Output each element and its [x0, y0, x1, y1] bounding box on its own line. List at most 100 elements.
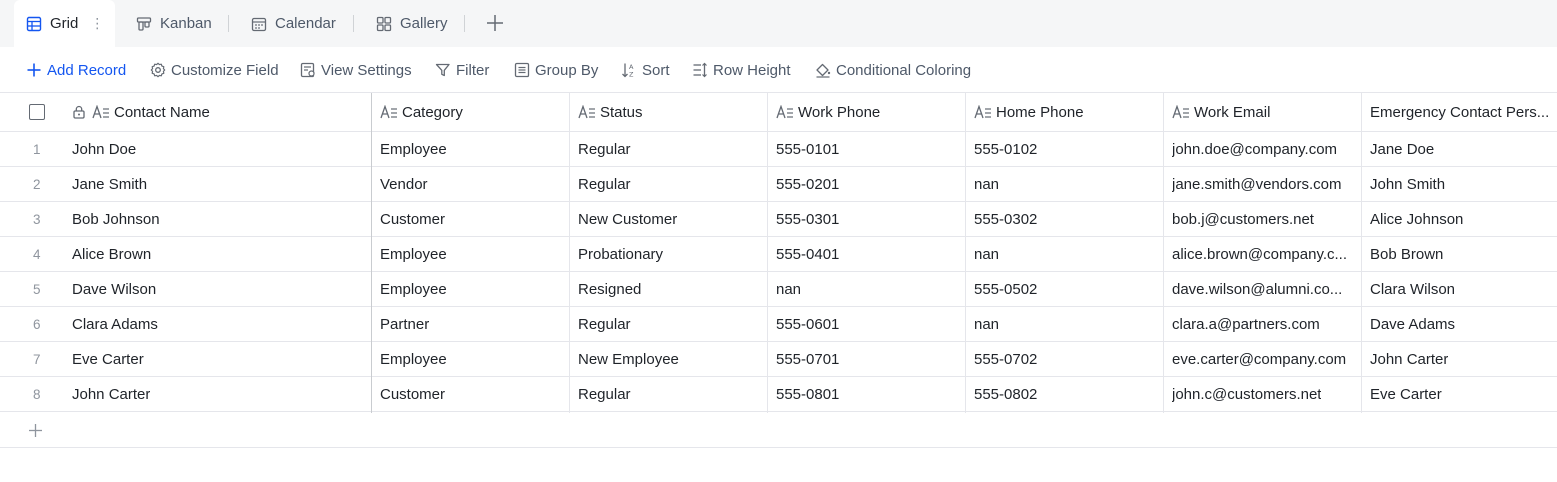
cell-contact-name[interactable]: Bob Johnson [64, 202, 371, 236]
cell-category[interactable]: Partner [372, 307, 569, 341]
cell-home-phone[interactable]: 555-0102 [966, 132, 1163, 166]
row-height-icon [693, 62, 707, 78]
cell-emergency-contact[interactable]: Eve Carter [1362, 377, 1557, 411]
cell-status[interactable]: Regular [570, 167, 767, 201]
cell-contact-name[interactable]: Clara Adams [64, 307, 371, 341]
tab-gallery[interactable]: Gallery [376, 0, 448, 47]
cell-text: Employee [380, 280, 447, 298]
table-row[interactable]: 1 John Doe Employee Regular 555-0101 555-0102… [0, 132, 1557, 167]
tab-kanban[interactable]: Kanban [136, 0, 212, 47]
cell-home-phone[interactable]: nan [966, 167, 1163, 201]
cell-work-email[interactable]: john.c@customers.net [1164, 377, 1361, 411]
table-row[interactable]: 8 John Carter Customer Regular 555-0801 555-0… [0, 377, 1557, 412]
cell-emergency-contact[interactable]: Dave Adams [1362, 307, 1557, 341]
view-settings-button[interactable]: View Settings [300, 47, 412, 93]
cell-category[interactable]: Employee [372, 237, 569, 271]
cell-emergency-contact[interactable]: Jane Doe [1362, 132, 1557, 166]
cell-work-phone[interactable]: 555-0401 [768, 237, 965, 271]
cell-home-phone[interactable]: nan [966, 307, 1163, 341]
cell-emergency-contact[interactable]: John Smith [1362, 167, 1557, 201]
cell-work-phone[interactable]: 555-0201 [768, 167, 965, 201]
cell-work-phone[interactable]: 555-0301 [768, 202, 965, 236]
cell-text: Regular [578, 315, 631, 333]
sort-button[interactable]: A Z Sort [621, 47, 670, 93]
cell-home-phone[interactable]: nan [966, 237, 1163, 271]
cell-status[interactable]: Regular [570, 132, 767, 166]
cell-work-phone[interactable]: 555-0101 [768, 132, 965, 166]
cell-status[interactable]: New Employee [570, 342, 767, 376]
tab-grid[interactable]: Grid ⋮ [14, 0, 115, 47]
cell-work-email[interactable]: jane.smith@vendors.com [1164, 167, 1361, 201]
customize-field-button[interactable]: Customize Field [150, 47, 279, 93]
column-header-status[interactable]: Status [570, 93, 767, 131]
table-row[interactable]: 7 Eve Carter Employee New Employee 555-0701 5… [0, 342, 1557, 377]
cell-work-phone[interactable]: nan [768, 272, 965, 306]
cell-emergency-contact[interactable]: Clara Wilson [1362, 272, 1557, 306]
add-row[interactable] [0, 413, 1557, 448]
cell-contact-name[interactable]: Eve Carter [64, 342, 371, 376]
column-header-work-phone[interactable]: Work Phone [768, 93, 965, 131]
cell-home-phone[interactable]: 555-0502 [966, 272, 1163, 306]
cell-contact-name[interactable]: Jane Smith [64, 167, 371, 201]
cell-text: Dave Adams [1370, 315, 1456, 333]
cell-text: nan [974, 245, 1000, 263]
cell-status[interactable]: New Customer [570, 202, 767, 236]
cell-status[interactable]: Regular [570, 307, 767, 341]
group-by-button[interactable]: Group By [514, 47, 598, 93]
calendar-icon [251, 17, 267, 31]
cell-emergency-contact[interactable]: Bob Brown [1362, 237, 1557, 271]
filter-button[interactable]: Filter [435, 47, 489, 93]
cell-emergency-contact[interactable]: Alice Johnson [1362, 202, 1557, 236]
cell-text: 555-0102 [974, 140, 1038, 158]
table-row[interactable]: 4 Alice Brown Employee Probationary 555-0401… [0, 237, 1557, 272]
cell-category[interactable]: Customer [372, 377, 569, 411]
cell-text: clara.a@partners.com [1172, 315, 1320, 333]
cell-work-email[interactable]: bob.j@customers.net [1164, 202, 1361, 236]
cell-status[interactable]: Regular [570, 377, 767, 411]
cell-contact-name[interactable]: Dave Wilson [64, 272, 371, 306]
cell-work-phone[interactable]: 555-0801 [768, 377, 965, 411]
column-header-contact-name[interactable]: Contact Name [64, 93, 371, 131]
cell-work-email[interactable]: dave.wilson@alumni.co... [1164, 272, 1361, 306]
column-header-home-phone[interactable]: Home Phone [966, 93, 1163, 131]
cell-contact-name[interactable]: John Doe [64, 132, 371, 166]
filter-label: Filter [456, 61, 490, 79]
column-header-category[interactable]: Category [372, 93, 569, 131]
cell-work-email[interactable]: clara.a@partners.com [1164, 307, 1361, 341]
cell-emergency-contact[interactable]: John Carter [1362, 342, 1557, 376]
cell-category[interactable]: Vendor [372, 167, 569, 201]
cell-home-phone[interactable]: 555-0802 [966, 377, 1163, 411]
cell-text: Alice Johnson [1370, 210, 1464, 228]
row-height-button[interactable]: Row Height [692, 47, 791, 93]
cell-work-email[interactable]: eve.carter@company.com [1164, 342, 1361, 376]
table-row[interactable]: 5 Dave Wilson Employee Resigned nan 555-0502 d… [0, 272, 1557, 307]
cell-work-phone[interactable]: 555-0601 [768, 307, 965, 341]
cell-category[interactable]: Employee [372, 272, 569, 306]
cell-contact-name[interactable]: John Carter [64, 377, 371, 411]
add-row-plus-icon[interactable] [28, 423, 43, 438]
add-record-button[interactable]: Add Record [26, 47, 126, 93]
select-all-checkbox[interactable] [29, 104, 45, 120]
cell-category[interactable]: Employee [372, 342, 569, 376]
table-row[interactable]: 3 Bob Johnson Customer New Customer 555-0301… [0, 202, 1557, 237]
cell-status[interactable]: Resigned [570, 272, 767, 306]
conditional-coloring-button[interactable]: Conditional Coloring [815, 47, 971, 93]
cell-work-email[interactable]: john.doe@company.com [1164, 132, 1361, 166]
text-field-icon [1172, 105, 1189, 119]
cell-home-phone[interactable]: 555-0702 [966, 342, 1163, 376]
column-header-work-email[interactable]: Work Email [1164, 93, 1361, 131]
cell-contact-name[interactable]: Alice Brown [64, 237, 371, 271]
add-view-plus-icon[interactable] [485, 13, 505, 33]
column-header-emergency-contact[interactable]: Emergency Contact Pers... [1362, 93, 1557, 131]
cell-category[interactable]: Customer [372, 202, 569, 236]
cell-category[interactable]: Employee [372, 132, 569, 166]
cell-status[interactable]: Probationary [570, 237, 767, 271]
tab-calendar[interactable]: Calendar [251, 0, 336, 47]
cell-home-phone[interactable]: 555-0302 [966, 202, 1163, 236]
kanban-icon [136, 16, 152, 31]
table-row[interactable]: 2 Jane Smith Vendor Regular 555-0201 nan jane.… [0, 167, 1557, 202]
cell-work-phone[interactable]: 555-0701 [768, 342, 965, 376]
cell-work-email[interactable]: alice.brown@company.c... [1164, 237, 1361, 271]
table-row[interactable]: 6 Clara Adams Partner Regular 555-0601 nan cla… [0, 307, 1557, 342]
vertical-dots-icon[interactable]: ⋮ [90, 15, 104, 32]
